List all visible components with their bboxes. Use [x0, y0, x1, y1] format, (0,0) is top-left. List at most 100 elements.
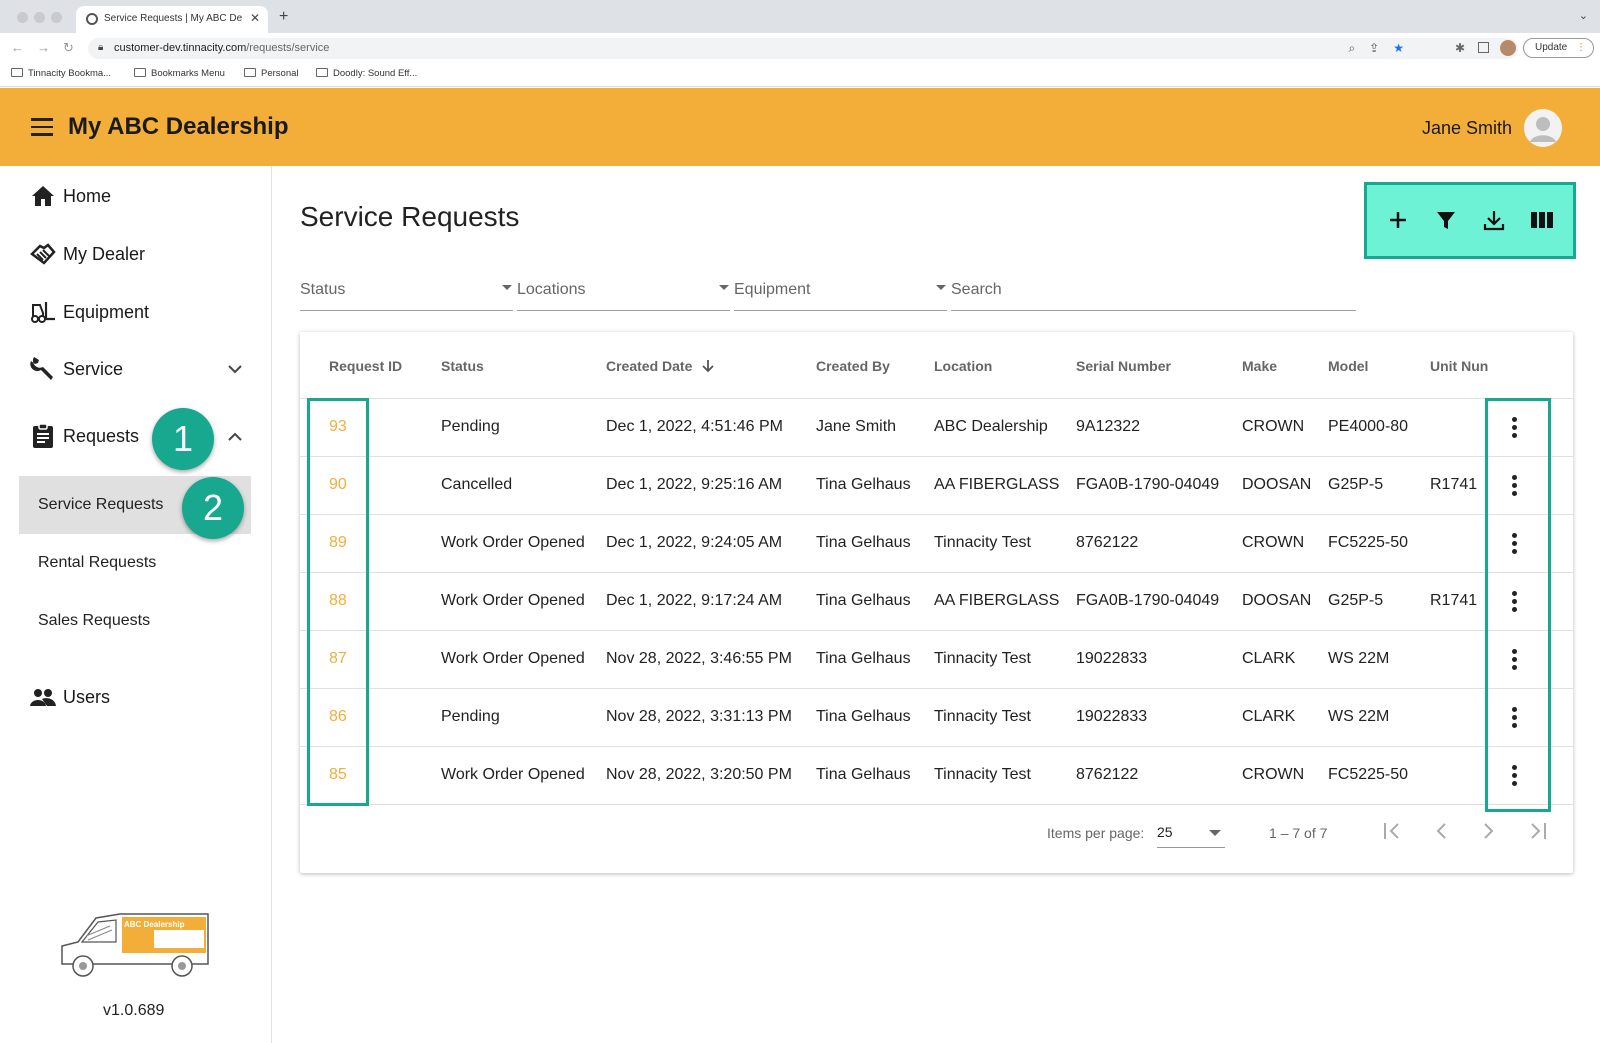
table-row[interactable]: 90 Cancelled Dec 1, 2022, 9:25:16 AM Tina G…: [300, 456, 1573, 514]
sidebar-item-home[interactable]: Home: [30, 181, 111, 211]
app-title: My ABC Dealership: [68, 113, 289, 140]
table-row[interactable]: 88 Work Order Opened Dec 1, 2022, 9:17:24 …: [300, 572, 1573, 630]
sidebar-item-label: Service: [63, 358, 124, 379]
sidebar-item-label: Home: [63, 185, 112, 206]
row-actions-highlight: [1485, 398, 1551, 812]
table-row[interactable]: 89 Work Order Opened Dec 1, 2022, 9:24:05 …: [300, 514, 1573, 572]
previous-page-icon[interactable]: [1425, 815, 1457, 847]
search-input[interactable]: Search: [951, 281, 1356, 311]
search-placeholder: Search: [951, 281, 1002, 298]
user-name[interactable]: Jane Smith: [1422, 118, 1512, 139]
created-date-label: Created Date: [606, 358, 693, 374]
bookmark-item[interactable]: Personal: [244, 68, 299, 79]
table-row[interactable]: 93 Pending Dec 1, 2022, 4:51:46 PM Jane Smi…: [300, 398, 1573, 456]
cell-status: Work Order Opened: [441, 766, 585, 783]
bookmark-item[interactable]: Doodly: Sound Eff...: [316, 68, 417, 79]
table-row[interactable]: 85 Work Order Opened Nov 28, 2022, 3:20:50…: [300, 746, 1573, 804]
address-bar-icons[interactable]: ⌕⇪★: [1348, 41, 1418, 56]
cell-serial: 19022833: [1076, 650, 1148, 667]
globe-icon: [86, 13, 98, 25]
table-row[interactable]: 86 Pending Nov 28, 2022, 3:31:13 PM Tina Ge…: [300, 688, 1573, 746]
table-row[interactable]: 87 Work Order Opened Nov 28, 2022, 3:46:55…: [300, 630, 1573, 688]
columns-icon[interactable]: [1526, 204, 1558, 236]
column-header-created-by[interactable]: Created By: [816, 358, 890, 374]
folder-icon: [11, 68, 23, 77]
bookmark-item[interactable]: Tinnacity Bookma...: [11, 68, 111, 79]
column-header-created-date[interactable]: Created Date: [606, 358, 714, 374]
bookmark-item[interactable]: Bookmarks Menu: [134, 68, 225, 79]
column-header-model[interactable]: Model: [1328, 358, 1368, 374]
cell-location: Tinnacity Test: [934, 650, 1031, 667]
folder-icon: [244, 68, 256, 77]
column-header-unit-number[interactable]: Unit Nun: [1430, 358, 1490, 374]
cell-make: CLARK: [1242, 650, 1296, 667]
chevron-up-icon[interactable]: [228, 428, 242, 444]
dropdown-arrow-icon: [502, 285, 512, 290]
cell-location: AA FIBERGLASS: [934, 476, 1060, 493]
column-header-request-id[interactable]: Request ID: [329, 358, 402, 374]
first-page-icon[interactable]: [1377, 815, 1409, 847]
column-header-location[interactable]: Location: [934, 358, 992, 374]
chevron-down-icon[interactable]: ⌄: [1579, 9, 1588, 22]
cell-location: Tinnacity Test: [934, 708, 1031, 725]
chevron-down-icon[interactable]: [228, 361, 242, 377]
sidebar-item-requests[interactable]: Requests: [30, 421, 139, 451]
users-icon: [30, 684, 56, 710]
bookmarks-bar: Tinnacity Bookma... Bookmarks Menu Perso…: [0, 63, 1600, 87]
profile-avatar[interactable]: [1500, 40, 1516, 56]
page-size-select[interactable]: 25: [1157, 824, 1225, 848]
dropdown-arrow-icon: [719, 285, 729, 290]
cell-created: Nov 28, 2022, 3:20:50 PM: [606, 766, 792, 783]
download-icon[interactable]: [1478, 204, 1510, 236]
cell-location: Tinnacity Test: [934, 534, 1031, 551]
cell-serial: FGA0B-1790-04049: [1076, 476, 1220, 493]
window-minimize-button[interactable]: [34, 12, 45, 23]
update-button[interactable]: Update ⋮: [1523, 38, 1594, 58]
menu-icon[interactable]: [31, 118, 53, 136]
sidebar-item-equipment[interactable]: Equipment: [30, 297, 149, 327]
cell-unit: R1741: [1430, 592, 1478, 609]
sidebar-item-users[interactable]: Users: [30, 682, 110, 712]
new-tab-button[interactable]: +: [279, 8, 288, 26]
next-page-icon[interactable]: [1473, 815, 1505, 847]
user-avatar-icon[interactable]: [1524, 109, 1562, 147]
close-icon[interactable]: ✕: [250, 11, 260, 25]
sidebar-item-sales-requests[interactable]: Sales Requests: [19, 592, 251, 650]
add-icon[interactable]: [1382, 204, 1414, 236]
equipment-filter-label: Equipment: [734, 281, 811, 298]
column-header-serial-number[interactable]: Serial Number: [1076, 358, 1171, 374]
arrow-down-icon: [702, 360, 714, 373]
browser-tab[interactable]: Service Requests | My ABC De ✕: [76, 6, 268, 33]
window-close-button[interactable]: [17, 12, 28, 23]
back-icon[interactable]: ←: [11, 40, 24, 55]
equipment-filter[interactable]: Equipment: [734, 281, 947, 311]
cell-location: AA FIBERGLASS: [934, 592, 1060, 609]
sidebar-item-my-dealer[interactable]: My Dealer: [30, 239, 145, 269]
status-filter[interactable]: Status: [300, 281, 513, 311]
side-panel-icon[interactable]: [1478, 42, 1489, 53]
forward-icon[interactable]: →: [37, 40, 50, 55]
sidebar-item-service[interactable]: Service: [30, 354, 123, 384]
sidebar-item-rental-requests[interactable]: Rental Requests: [19, 534, 251, 592]
cell-model: PE4000-80: [1328, 418, 1409, 435]
last-page-icon[interactable]: [1521, 815, 1553, 847]
home-icon: [30, 183, 56, 209]
page-title: Service Requests: [300, 201, 520, 232]
window-zoom-button[interactable]: [51, 12, 62, 23]
column-header-status[interactable]: Status: [441, 358, 484, 374]
cell-serial: FGA0B-1790-04049: [1076, 592, 1220, 609]
paginator: Items per page: 25 1 – 7 of 7: [300, 801, 1573, 861]
table-toolbar: [1364, 182, 1576, 259]
locations-filter[interactable]: Locations: [517, 281, 730, 311]
address-bar[interactable]: 🔒︎ customer-dev.tinnacity.com/requests/s…: [88, 38, 1518, 59]
filter-icon[interactable]: [1430, 204, 1462, 236]
reload-icon[interactable]: ↻: [63, 40, 74, 56]
cell-by: Tina Gelhaus: [816, 534, 911, 551]
cell-status: Work Order Opened: [441, 534, 585, 551]
extensions-icon[interactable]: ✱: [1455, 41, 1465, 55]
cell-serial: 9A12322: [1076, 418, 1141, 435]
column-header-make[interactable]: Make: [1242, 358, 1277, 374]
cell-by: Tina Gelhaus: [816, 650, 911, 667]
cell-location: Tinnacity Test: [934, 766, 1031, 783]
cell-created: Dec 1, 2022, 9:25:16 AM: [606, 476, 783, 493]
